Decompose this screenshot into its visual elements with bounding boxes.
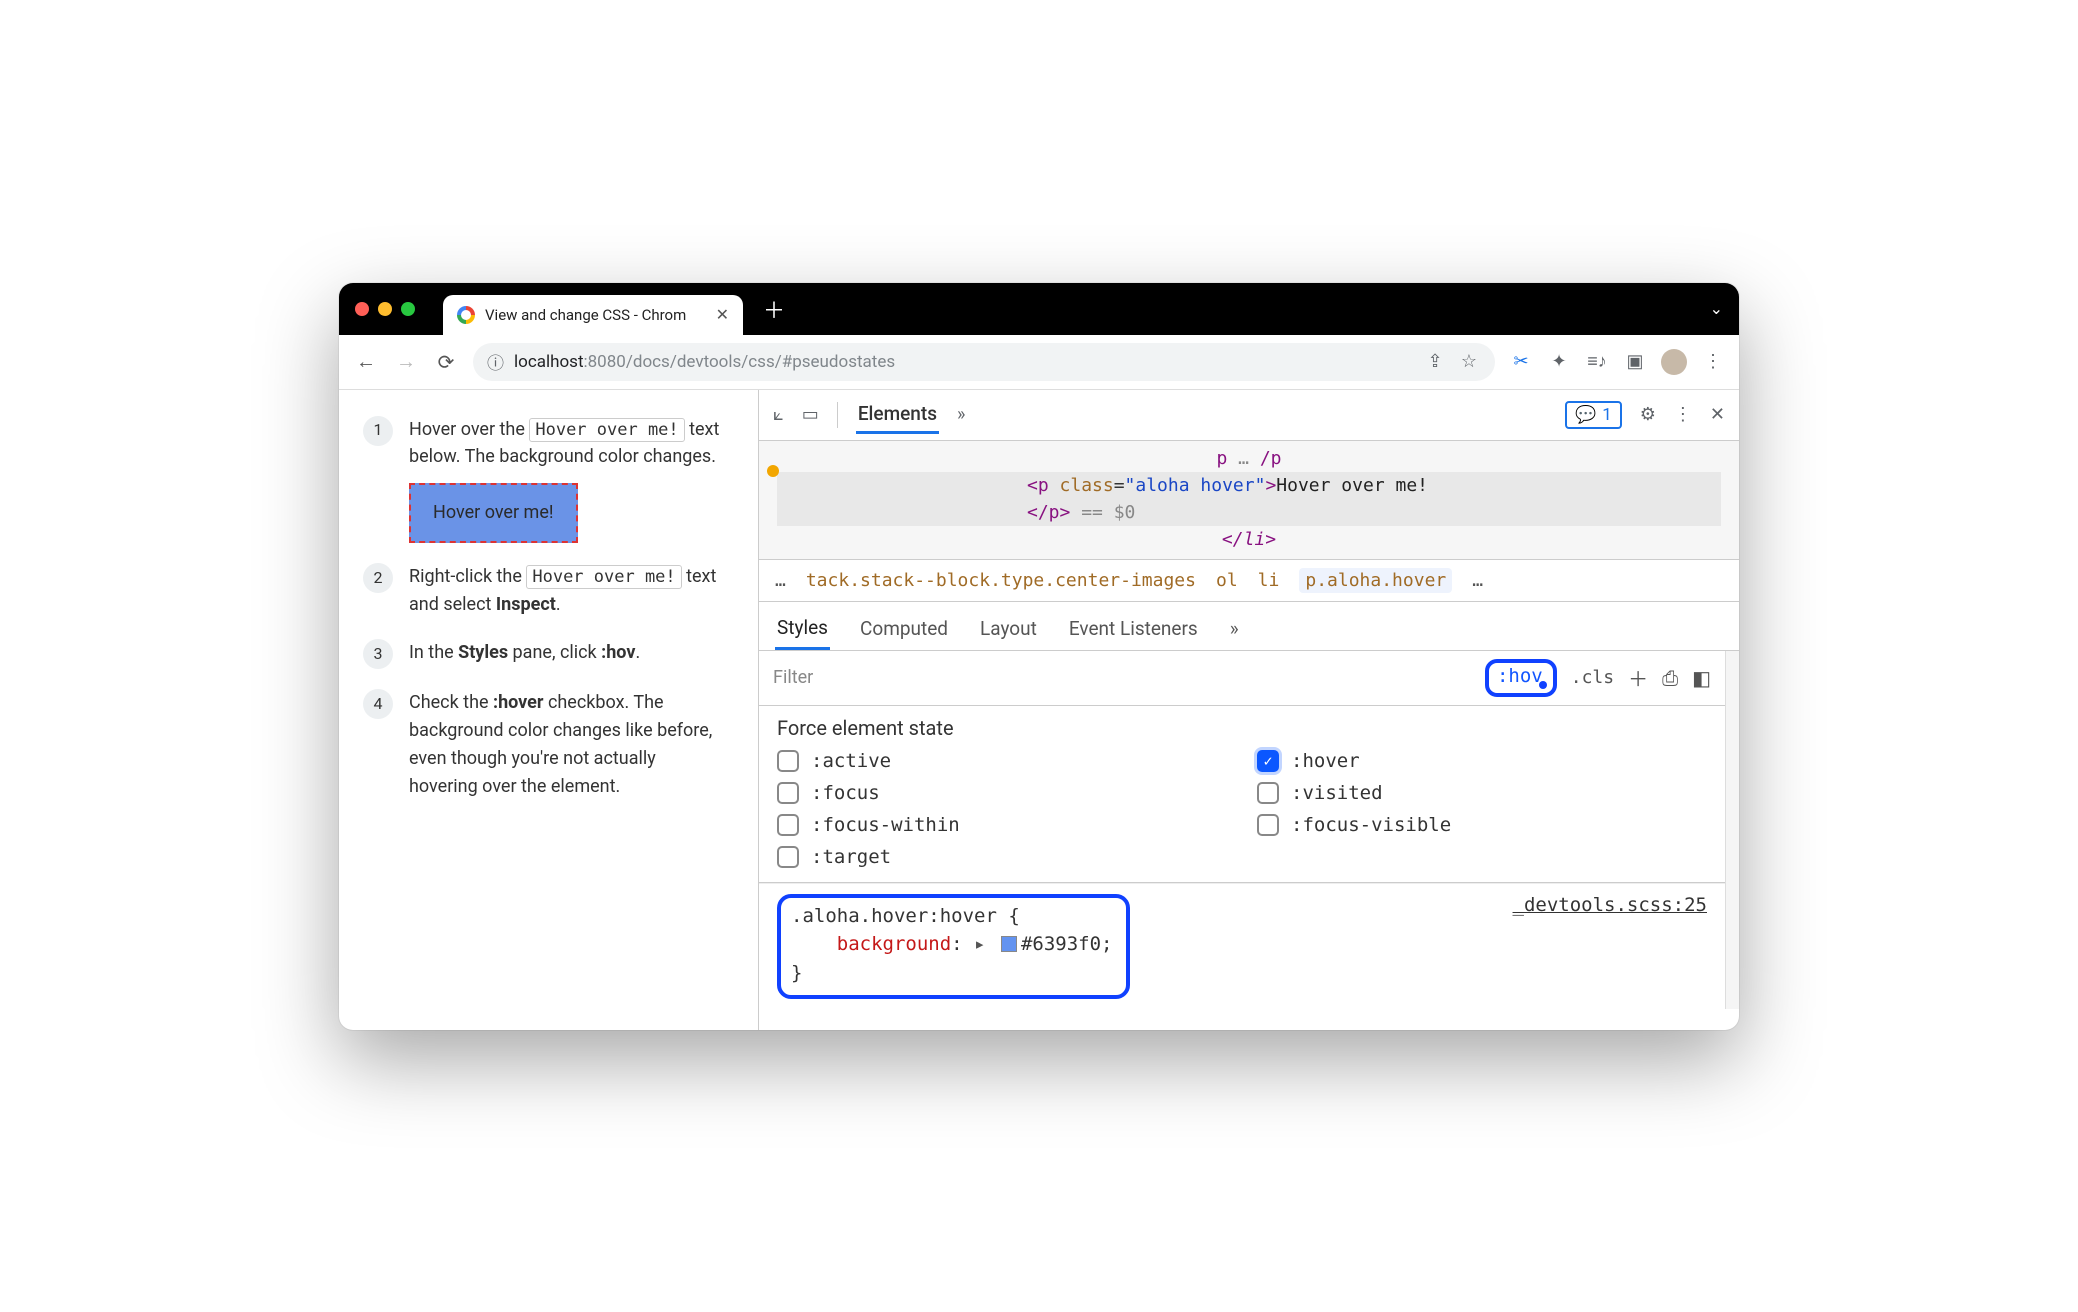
step-2: 2 Right-click the Hover over me! text an… <box>363 563 728 619</box>
menu-icon[interactable]: ⋮ <box>1701 351 1725 372</box>
step-1: 1 Hover over the Hover over me! text bel… <box>363 416 728 544</box>
reload-button[interactable]: ⟳ <box>433 350 459 374</box>
crumb-selected[interactable]: p.aloha.hover <box>1299 568 1452 593</box>
status-dot-icon <box>767 465 779 477</box>
kebab-icon[interactable]: ⋮ <box>1674 404 1692 425</box>
pseudo-hover[interactable]: ✓:hover <box>1257 750 1707 772</box>
side-panel-icon[interactable]: ▣ <box>1623 351 1647 372</box>
styles-filter-row: Filter :hov .cls ＋ ⎙ ◧ <box>759 651 1725 706</box>
step-badge: 1 <box>363 416 393 446</box>
site-info-icon[interactable]: ⓘ <box>487 349 504 374</box>
chrome-favicon-icon <box>457 306 475 324</box>
scrollbar[interactable] <box>1725 651 1739 1010</box>
hov-toggle-button[interactable]: :hov <box>1485 659 1557 697</box>
subtab-events[interactable]: Event Listeners <box>1067 609 1200 648</box>
share-icon[interactable]: ⇪ <box>1423 351 1447 372</box>
window-controls <box>355 302 415 316</box>
hover-demo-box[interactable]: Hover over me! <box>409 483 578 543</box>
subtab-styles[interactable]: Styles <box>775 608 830 650</box>
css-rule-highlight: .aloha.hover:hover { background: ▸ #6393… <box>777 894 1130 1000</box>
step-badge: 4 <box>363 689 393 719</box>
css-rule[interactable]: .aloha.hover:hover { background: ▸ #6393… <box>759 883 1725 1010</box>
pseudo-focus-visible[interactable]: :focus-visible <box>1257 814 1707 836</box>
address-bar[interactable]: ⓘ localhost:8080/docs/devtools/css/#pseu… <box>473 343 1495 381</box>
close-tab-icon[interactable]: ✕ <box>716 305 729 324</box>
browser-window: View and change CSS - Chrom ✕ ＋ ⌄ ← → ⟳ … <box>339 283 1739 1030</box>
reading-list-icon[interactable]: ≡♪ <box>1585 351 1609 372</box>
issues-icon: 💬 <box>1575 405 1596 425</box>
color-swatch-icon[interactable] <box>1001 936 1017 952</box>
tabs-chevron-icon[interactable]: ⌄ <box>1710 299 1723 318</box>
step-badge: 2 <box>363 563 393 593</box>
more-tabs-icon[interactable]: » <box>957 404 965 425</box>
maximize-window-icon[interactable] <box>401 302 415 316</box>
settings-icon[interactable]: ⚙ <box>1640 404 1656 425</box>
step-badge: 3 <box>363 639 393 669</box>
crumb[interactable]: ol <box>1216 570 1238 591</box>
close-devtools-icon[interactable]: ✕ <box>1710 404 1725 425</box>
subtab-computed[interactable]: Computed <box>858 609 950 648</box>
devtools-tabbar: ⟀ ▭ Elements » 💬 1 ⚙ ⋮ ✕ <box>759 390 1739 441</box>
issues-button[interactable]: 💬 1 <box>1565 401 1622 429</box>
content-area: 1 Hover over the Hover over me! text bel… <box>339 390 1739 1030</box>
dom-tree[interactable]: p … /p <p class="aloha hover">Hover over… <box>759 441 1739 560</box>
url-text: localhost:8080/docs/devtools/css/#pseudo… <box>514 352 895 372</box>
minimize-window-icon[interactable] <box>378 302 392 316</box>
step-3: 3 In the Styles pane, click :hov. <box>363 639 728 669</box>
pseudo-active[interactable]: :active <box>777 750 1227 772</box>
device-toggle-icon[interactable]: ▭ <box>802 404 819 425</box>
computed-toggle-icon[interactable]: ◧ <box>1692 666 1711 690</box>
crumb[interactable]: li <box>1258 570 1280 591</box>
force-element-state: Force element state :active ✓:hover :foc… <box>759 706 1725 883</box>
breadcrumbs[interactable]: … tack.stack--block.type.center-images o… <box>759 560 1739 602</box>
pseudo-visited[interactable]: :visited <box>1257 782 1707 804</box>
scissors-icon[interactable]: ✂ <box>1509 351 1533 372</box>
forward-button[interactable]: → <box>393 349 419 374</box>
extensions-icon[interactable]: ✦ <box>1547 351 1571 372</box>
tab-elements[interactable]: Elements <box>856 396 939 434</box>
bookmark-icon[interactable]: ☆ <box>1457 351 1481 372</box>
devtools-panel: ⟀ ▭ Elements » 💬 1 ⚙ ⋮ ✕ p … /p <p class… <box>759 390 1739 1030</box>
browser-toolbar: ← → ⟳ ⓘ localhost:8080/docs/devtools/css… <box>339 335 1739 390</box>
doc-page: 1 Hover over the Hover over me! text bel… <box>339 390 759 1030</box>
close-window-icon[interactable] <box>355 302 369 316</box>
force-title: Force element state <box>777 716 1707 740</box>
new-style-rule-icon[interactable]: ＋ <box>1628 663 1648 692</box>
inspect-icon[interactable]: ⟀ <box>773 404 784 425</box>
dom-selected-node[interactable]: <p class="aloha hover">Hover over me! <box>777 472 1721 499</box>
browser-tab[interactable]: View and change CSS - Chrom ✕ <box>443 295 743 335</box>
profile-avatar[interactable] <box>1661 349 1687 375</box>
new-tab-button[interactable]: ＋ <box>763 293 785 325</box>
pseudo-target[interactable]: :target <box>777 846 1227 868</box>
pseudo-focus-within[interactable]: :focus-within <box>777 814 1227 836</box>
rule-source-link[interactable]: _devtools.scss:25 <box>1513 894 1707 916</box>
code-snippet: Hover over me! <box>526 565 681 589</box>
cls-toggle-button[interactable]: .cls <box>1571 667 1614 688</box>
subtab-layout[interactable]: Layout <box>978 609 1039 648</box>
back-button[interactable]: ← <box>353 349 379 374</box>
styles-filter-input[interactable]: Filter <box>773 667 1471 688</box>
code-snippet: Hover over me! <box>529 418 684 442</box>
tab-title: View and change CSS - Chrom <box>485 306 686 324</box>
pseudo-focus[interactable]: :focus <box>777 782 1227 804</box>
paint-icon[interactable]: ⎙ <box>1662 666 1678 690</box>
step-4: 4 Check the :hover checkbox. The backgro… <box>363 689 728 801</box>
titlebar: View and change CSS - Chrom ✕ ＋ ⌄ <box>339 283 1739 335</box>
crumb[interactable]: tack.stack--block.type.center-images <box>806 570 1196 591</box>
subtab-more-icon[interactable]: » <box>1228 609 1241 648</box>
styles-subtabs: Styles Computed Layout Event Listeners » <box>759 602 1739 651</box>
